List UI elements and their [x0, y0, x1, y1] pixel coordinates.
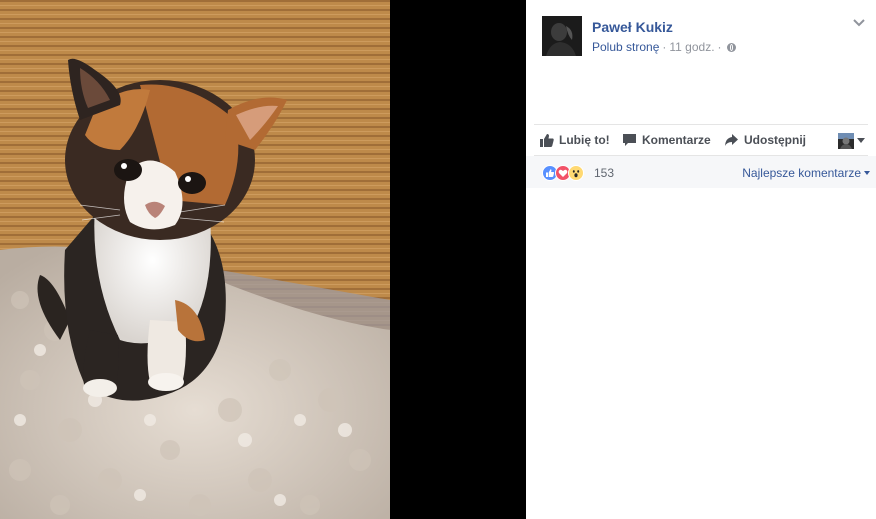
avatar-portrait-icon: [542, 16, 582, 56]
action-bar: Lubię to! Komentarze Udostępnij: [534, 124, 868, 156]
reaction-profile-selector[interactable]: [838, 131, 865, 149]
post-meta: Polub stronę · 11 godz. ·: [592, 40, 736, 54]
post-side-panel: Paweł Kukiz Polub stronę · 11 godz. · Lubię…: [526, 0, 876, 519]
like-button[interactable]: Lubię to!: [540, 125, 610, 155]
globe-icon: [726, 43, 736, 52]
caret-down-icon: [857, 138, 865, 144]
reaction-count[interactable]: 153: [594, 166, 614, 180]
comment-sort-label: Najlepsze komentarze: [742, 166, 861, 180]
reactions-summary: 153 Najlepsze komentarze: [526, 156, 876, 188]
like-page-link[interactable]: Polub stronę: [592, 40, 659, 54]
share-label: Udostępnij: [744, 133, 806, 147]
comment-button[interactable]: Komentarze: [622, 125, 711, 155]
mini-portrait-icon: [838, 132, 854, 149]
meta-separator: ·: [662, 40, 667, 54]
post-header: Paweł Kukiz Polub stronę · 11 godz. ·: [526, 0, 876, 120]
wow-reaction-icon: [568, 165, 584, 181]
share-button[interactable]: Udostępnij: [724, 125, 806, 155]
post-photo[interactable]: [0, 0, 390, 519]
comment-label: Komentarze: [642, 133, 711, 147]
post-timestamp[interactable]: 11 godz.: [669, 40, 714, 54]
author-avatar[interactable]: [542, 16, 582, 56]
kitten-photo: [0, 0, 390, 519]
profile-mini-avatar: [838, 132, 854, 149]
author-name[interactable]: Paweł Kukiz: [592, 19, 673, 35]
comment-icon: [623, 134, 636, 146]
chevron-down-icon[interactable]: [852, 18, 866, 28]
share-arrow-icon: [725, 134, 738, 146]
like-label: Lubię to!: [559, 133, 610, 147]
photo-viewer: [0, 0, 526, 519]
sort-caret-icon: [864, 171, 870, 175]
meta-separator-2: ·: [717, 40, 722, 54]
thumbs-up-icon: [540, 134, 554, 147]
comment-sort-dropdown[interactable]: Najlepsze komentarze: [742, 166, 870, 180]
